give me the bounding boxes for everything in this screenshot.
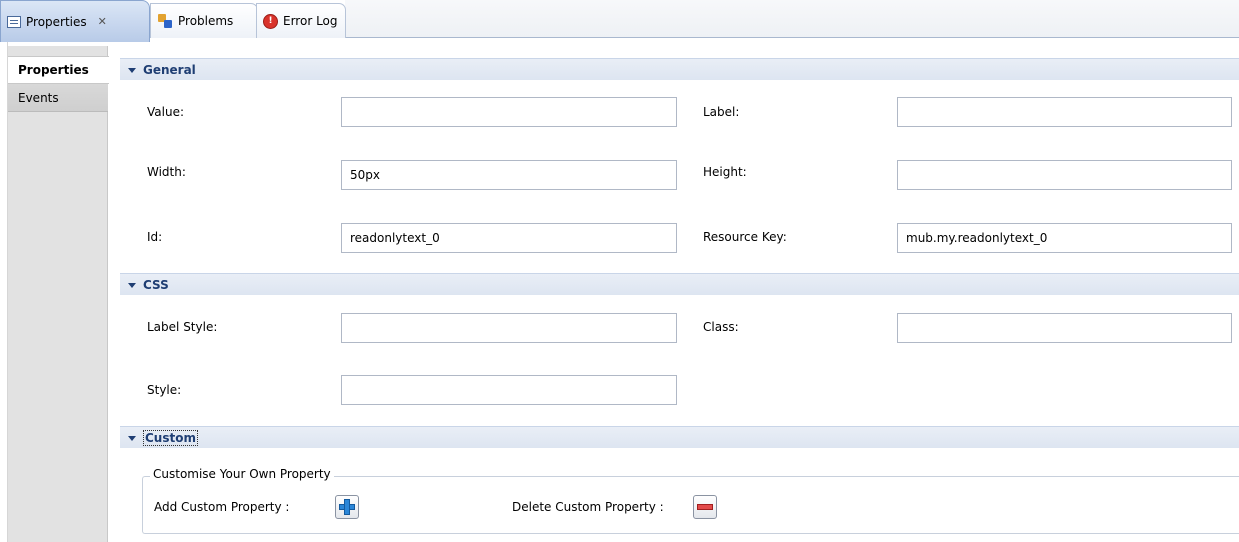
property-tabs-sidebar: Properties Events [8, 46, 109, 542]
section-custom-header[interactable]: Custom [120, 426, 1239, 448]
tab-properties[interactable]: Properties ✕ [0, 0, 150, 42]
sidebar-item-label: Events [18, 90, 59, 105]
view-left-edge [0, 42, 8, 542]
delete-custom-property-label: Delete Custom Property : [512, 500, 664, 514]
label-style-field[interactable] [341, 313, 677, 343]
section-css-header[interactable]: CSS [120, 273, 1239, 295]
close-icon[interactable]: ✕ [98, 15, 107, 28]
height-label: Height: [703, 165, 747, 179]
label-style-label: Label Style: [147, 320, 218, 334]
chevron-down-icon [128, 282, 136, 288]
id-field[interactable]: readonlytext_0 [341, 223, 677, 253]
properties-view: Properties ✕ Problems ! Error Log Proper… [0, 0, 1239, 542]
sidebar-item-label: Properties [18, 63, 89, 77]
tab-error-log-label: Error Log [283, 14, 338, 28]
value-field[interactable] [341, 97, 677, 127]
class-label: Class: [703, 320, 739, 334]
section-custom-title: Custom [143, 429, 198, 446]
label-label: Label: [703, 105, 740, 119]
sidebar-item-properties[interactable]: Properties [8, 56, 109, 84]
tab-bar-background [345, 0, 1239, 38]
style-field[interactable] [341, 375, 677, 405]
plus-icon [339, 499, 355, 515]
section-general-header[interactable]: General [120, 58, 1239, 80]
problems-icon [157, 13, 173, 29]
tab-properties-label: Properties [26, 14, 87, 29]
tab-problems-label: Problems [178, 14, 234, 28]
value-label: Value: [147, 105, 184, 119]
tab-problems[interactable]: Problems [150, 3, 258, 38]
error-log-icon: ! [263, 13, 278, 29]
chevron-down-icon [128, 435, 136, 441]
add-custom-property-button[interactable] [335, 495, 359, 519]
custom-property-group [142, 476, 1239, 534]
tab-error-log[interactable]: ! Error Log [256, 3, 346, 38]
class-field[interactable] [897, 313, 1232, 343]
view-tab-bar: Properties ✕ Problems ! Error Log [0, 0, 1239, 42]
add-custom-property-label: Add Custom Property : [154, 500, 290, 514]
height-field[interactable] [897, 160, 1232, 190]
label-field[interactable] [897, 97, 1232, 127]
properties-icon [7, 15, 21, 28]
section-general-title: General [143, 62, 196, 77]
id-label: Id: [147, 230, 163, 244]
minus-icon [697, 504, 713, 510]
width-field[interactable]: 50px [341, 160, 677, 190]
custom-group-title: Customise Your Own Property [150, 467, 334, 481]
chevron-down-icon [128, 67, 136, 73]
resource-key-field[interactable]: mub.my.readonlytext_0 [897, 223, 1232, 253]
section-css-title: CSS [143, 277, 169, 292]
delete-custom-property-button[interactable] [693, 495, 717, 519]
style-label: Style: [147, 383, 182, 397]
sidebar-item-events[interactable]: Events [8, 84, 108, 112]
width-label: Width: [147, 165, 186, 179]
resource-key-label: Resource Key: [703, 230, 787, 244]
